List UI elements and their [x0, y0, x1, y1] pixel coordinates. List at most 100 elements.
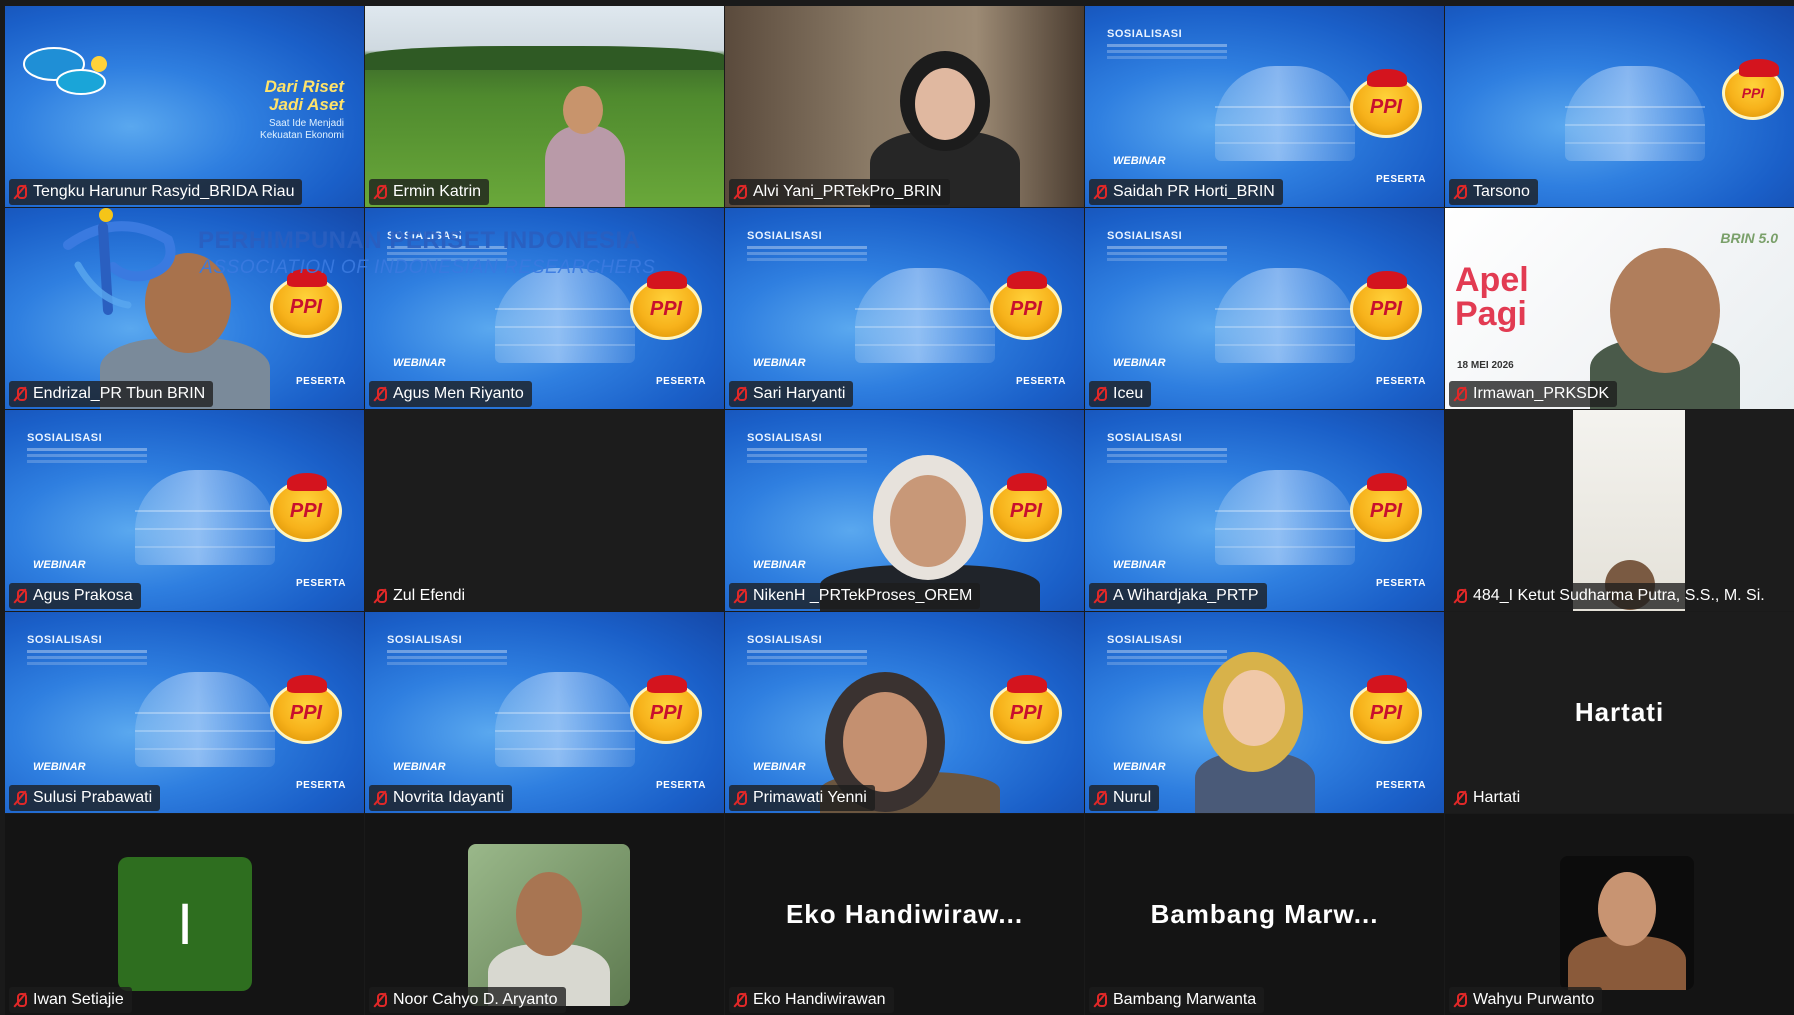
mic-muted-icon	[1093, 386, 1107, 402]
participant-tile[interactable]: I Iwan Setiajie	[5, 814, 364, 1015]
webinar-label: WEBINAR	[393, 761, 446, 773]
mic-muted-icon	[1453, 790, 1467, 806]
tank-graphic	[855, 268, 995, 363]
profile-photo	[1560, 856, 1694, 990]
participant-name: Alvi Yani_PRTekPro_BRIN	[729, 179, 950, 205]
participant-name: Sulusi Prabawati	[9, 785, 161, 811]
tank-graphic	[1565, 66, 1705, 161]
participant-tile[interactable]: SOSIALISASI PPI WEBINAR PESERTA Sari Har…	[725, 208, 1084, 409]
ppi-badge-logo: PPI	[270, 675, 342, 744]
webinar-label: WEBINAR	[753, 761, 806, 773]
peserta-label: PESERTA	[656, 376, 706, 387]
mic-muted-icon	[13, 992, 27, 1008]
apel-pagi-title: Apel Pagi	[1455, 261, 1529, 333]
tank-graphic	[1215, 66, 1355, 161]
participant-tile[interactable]: SOSIALISASI PPI WEBINAR PESERTA Sulusi P…	[5, 612, 364, 813]
mic-muted-icon	[1453, 184, 1467, 200]
participant-tile[interactable]: Ermin Katrin	[365, 6, 724, 207]
participant-name: Sari Haryanti	[729, 381, 854, 407]
tank-graphic	[495, 268, 635, 363]
participant-tile[interactable]: SOSIALISASI PPI WEBINAR Primawati Yenni	[725, 612, 1084, 813]
slide-heading: SOSIALISASI	[1107, 634, 1183, 646]
participant-tile[interactable]: 484_I Ketut Sudharma Putra, S.S., M. Si.	[1445, 410, 1794, 611]
participant-tile[interactable]: SOSIALISASI PPI WEBINAR PESERTA Saidah P…	[1085, 6, 1444, 207]
participant-tile[interactable]: Wahyu Purwanto	[1445, 814, 1794, 1015]
slide-heading: SOSIALISASI	[387, 634, 463, 646]
person-head	[563, 86, 603, 134]
participant-tile[interactable]: SOSIALISASI PPI WEBINAR PESERTA A Wihard…	[1085, 410, 1444, 611]
participant-tile[interactable]: SOSIALISASI PPI WEBINAR PESERTA Novrita …	[365, 612, 724, 813]
peserta-label: PESERTA	[296, 780, 346, 791]
webinar-label: WEBINAR	[33, 761, 86, 773]
mic-muted-icon	[733, 790, 747, 806]
tank-graphic	[495, 672, 635, 767]
participant-tile[interactable]: PPI Tarsono	[1445, 6, 1794, 207]
participant-name: Iceu	[1089, 381, 1152, 407]
mic-muted-icon	[1453, 386, 1467, 402]
peserta-label: PESERTA	[656, 780, 706, 791]
participant-tile[interactable]: Zul Efendi	[365, 410, 724, 611]
ppi-badge-logo: PPI	[1722, 59, 1784, 120]
mic-muted-icon	[13, 790, 27, 806]
peserta-label: PESERTA	[296, 578, 346, 589]
mic-muted-icon	[13, 386, 27, 402]
participant-tile[interactable]: SOSIALISASI PPI WEBINAR NikenH _PRTekPro…	[725, 410, 1084, 611]
participant-tile[interactable]: Alvi Yani_PRTekPro_BRIN	[725, 6, 1084, 207]
webinar-label: WEBINAR	[753, 357, 806, 369]
mic-muted-icon	[373, 588, 387, 604]
tank-graphic	[1215, 470, 1355, 565]
mic-muted-icon	[1453, 992, 1467, 1008]
ppi-badge-logo: PPI	[270, 269, 342, 338]
participant-tile[interactable]: Hartati Hartati	[1445, 612, 1794, 813]
ppi-badge-logo: PPI	[990, 675, 1062, 744]
participant-tile[interactable]: PPI PESERTA Endrizal_PR Tbun BRIN	[5, 208, 364, 409]
participant-name: Iwan Setiajie	[9, 987, 132, 1013]
participant-display-name: Bambang Marw...	[1150, 899, 1379, 929]
brin-brand: BRIN 5.0	[1720, 230, 1778, 246]
webinar-label: WEBINAR	[1113, 761, 1166, 773]
mic-muted-icon	[373, 386, 387, 402]
participant-tile[interactable]: Apel Pagi 18 MEI 2026 BRIN 5.0 Irmawan_P…	[1445, 208, 1794, 409]
participant-name: Novrita Idayanti	[369, 785, 513, 811]
peserta-label: PESERTA	[1376, 376, 1426, 387]
mic-muted-icon	[733, 588, 747, 604]
participant-tile[interactable]: Dari Riset Jadi Aset Saat Ide Menjadi Ke…	[5, 6, 364, 207]
tank-graphic	[135, 470, 275, 565]
slide-heading: SOSIALISASI	[1107, 28, 1183, 40]
webinar-label: WEBINAR	[1113, 155, 1166, 167]
participant-name: Agus Prakosa	[9, 583, 141, 609]
tank-graphic	[1215, 268, 1355, 363]
participant-name: Endrizal_PR Tbun BRIN	[9, 381, 214, 407]
ppi-badge-logo: PPI	[630, 271, 702, 340]
participant-tile[interactable]: SOSIALISASI PPI WEBINAR PESERTA Agus Pra…	[5, 410, 364, 611]
video-grid: Dari Riset Jadi Aset Saat Ide Menjadi Ke…	[5, 6, 1794, 1015]
participant-name: NikenH _PRTekProses_OREM	[729, 583, 981, 609]
person-body	[545, 126, 625, 207]
participant-name: Zul Efendi	[369, 583, 474, 609]
participant-tile[interactable]: Bambang Marw... Bambang Marwanta	[1085, 814, 1444, 1015]
participant-tile[interactable]: Eko Handiwiraw... Eko Handiwirawan	[725, 814, 1084, 1015]
participant-tile[interactable]: Noor Cahyo D. Aryanto	[365, 814, 724, 1015]
slide-heading: SOSIALISASI	[1107, 432, 1183, 444]
participant-name: A Wihardjaka_PRTP	[1089, 583, 1267, 609]
participant-name: Hartati	[1449, 785, 1529, 811]
ppi-badge-logo: PPI	[1350, 69, 1422, 138]
tank-graphic	[135, 672, 275, 767]
participant-name: Irmawan_PRKSDK	[1449, 381, 1618, 407]
slide-text-lines	[27, 448, 147, 451]
participant-tile[interactable]: SOSIALISASI PPI WEBINAR PESERTA Nurul	[1085, 612, 1444, 813]
peserta-label: PESERTA	[1376, 578, 1426, 589]
participant-tile[interactable]: SOSIALISASI PPI WEBINAR PESERTA Iceu	[1085, 208, 1444, 409]
participant-tile[interactable]: SOSIALISASI PPI WEBINAR PESERTA Agus Men…	[365, 208, 724, 409]
slide-heading: SOSIALISASI	[27, 634, 103, 646]
participant-name: Wahyu Purwanto	[1449, 987, 1603, 1013]
mic-muted-icon	[373, 992, 387, 1008]
ppi-badge-logo: PPI	[270, 473, 342, 542]
slide-text-lines	[27, 650, 147, 653]
mic-muted-icon	[733, 184, 747, 200]
participant-name: Eko Handiwirawan	[729, 987, 894, 1013]
participant-name: Agus Men Riyanto	[369, 381, 532, 407]
peserta-label: PESERTA	[1016, 376, 1066, 387]
mic-muted-icon	[1453, 588, 1467, 604]
slide-heading: SOSIALISASI	[747, 634, 823, 646]
